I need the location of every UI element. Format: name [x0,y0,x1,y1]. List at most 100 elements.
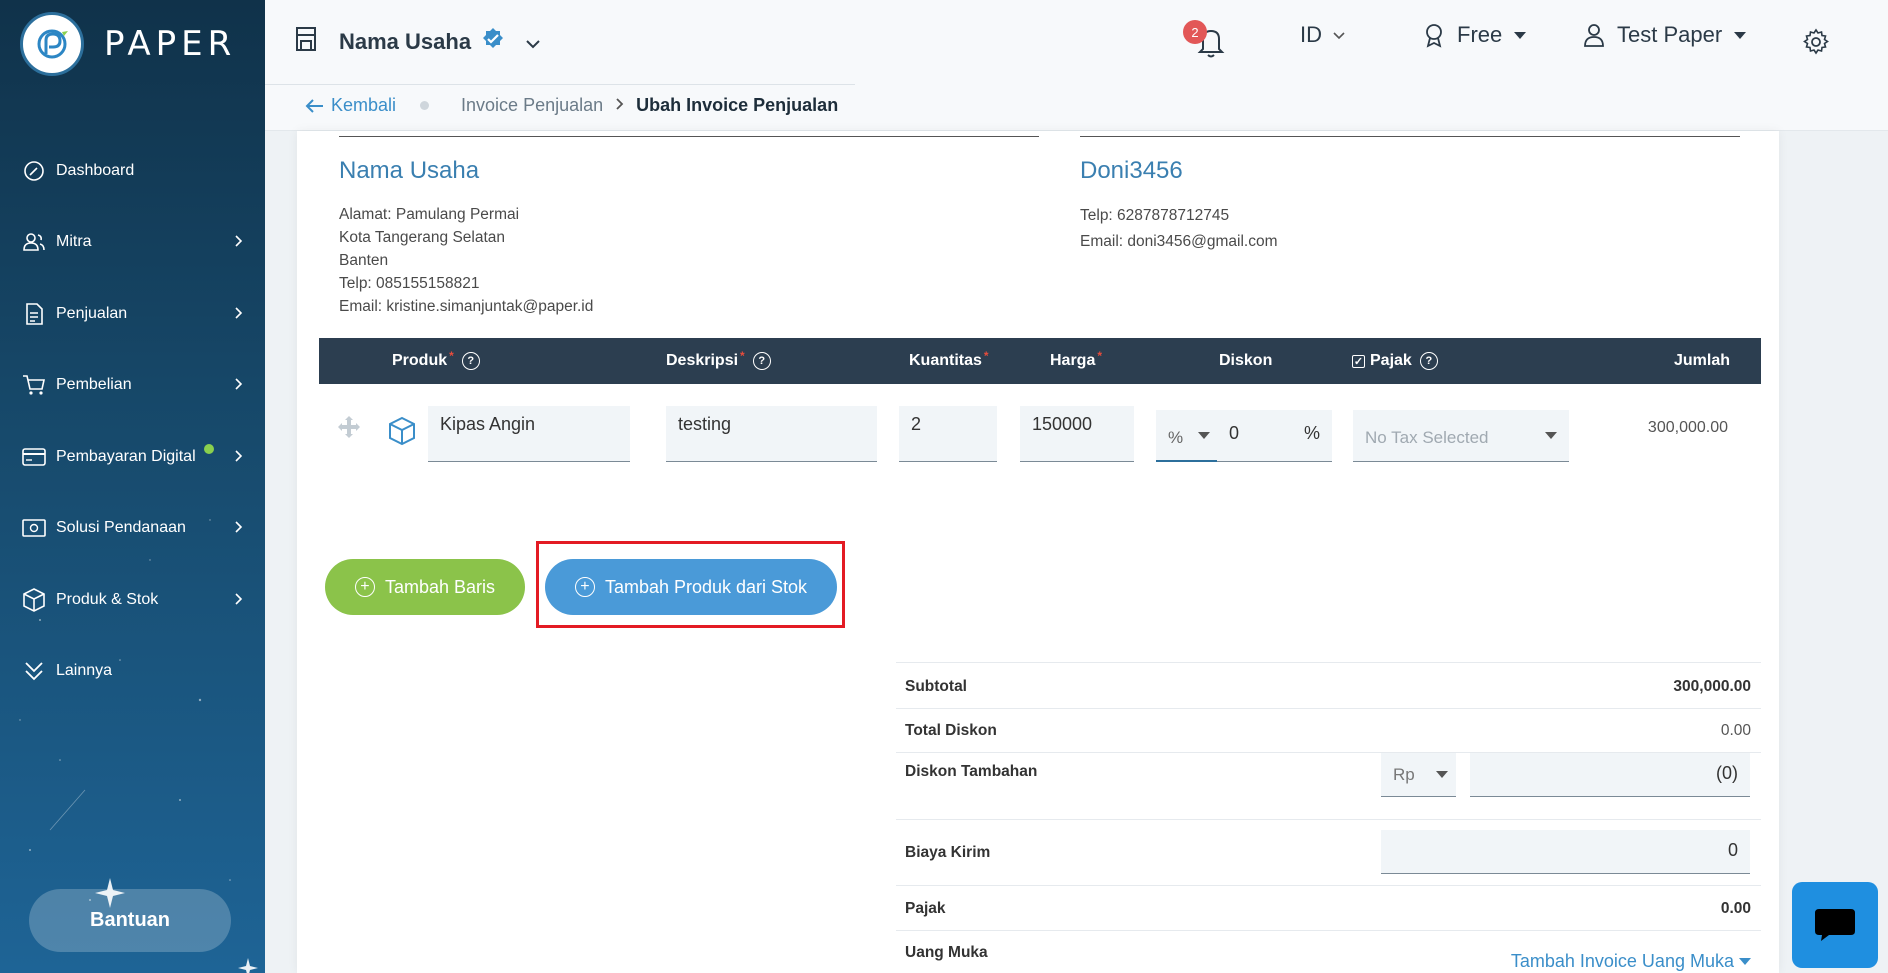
sidebar-item-solusi-pendanaan[interactable]: Solusi Pendanaan [0,493,265,565]
caret-down-icon [1436,771,1448,778]
col-product-label: Produk [392,352,448,369]
box-icon [22,587,46,612]
help-button[interactable]: Bantuan [29,889,231,952]
discount-value: 0 [1229,423,1240,443]
chat-support-button[interactable] [1792,882,1878,968]
chevron-right-icon [235,449,247,465]
chevron-down-icon [1333,31,1345,39]
settings-button[interactable] [1802,28,1830,56]
shipping-input[interactable]: 0 [1381,830,1750,874]
top-header: Nama Usaha Kembali Invoice Penjualan Uba… [265,0,1888,131]
sidebar-item-label: Lainnya [56,662,247,680]
chevron-right-icon [235,306,247,322]
caret-down-icon [1198,432,1210,439]
row-total: 300,000.00 [1647,419,1728,436]
gear-icon [1803,28,1829,55]
language-selector[interactable]: ID [1300,22,1346,48]
card-icon [22,445,46,469]
buyer-info: Telp: 6287878712745 Email: doni3456@gmail… [1080,203,1278,255]
plus-circle-icon: + [354,577,375,597]
sidebar-item-label: Dashboard [56,162,247,180]
sidebar-item-mitra[interactable]: Mitra [0,207,265,279]
chat-bubble-icon [1815,909,1855,941]
col-description-label: Deskripsi [666,352,739,369]
breadcrumb-parent[interactable]: Invoice Penjualan [461,95,603,116]
description-input[interactable]: testing [666,406,877,462]
sidebar-item-lainnya[interactable]: Lainnya [0,636,265,708]
info-line: Telp: 085155158821 [339,275,480,292]
items-table-header: Produk * ? Deskripsi * ? Kuantitas * Harga *… [319,338,1761,384]
down-payment-row: Uang Muka Tambah Invoice Uang Muka [896,930,1761,972]
add-row-button[interactable]: + Tambah Baris [325,559,525,615]
breadcrumb-current: Ubah Invoice Penjualan [636,95,839,115]
brand-name: PAPER [104,24,237,64]
sidebar-nav: Dashboard Mitra Penjualan Pembelian Pembayar… [0,135,265,707]
paper-logo-icon [20,12,84,76]
col-product: Produk * ? [392,349,480,370]
sidebar-item-penjualan[interactable]: Penjualan [0,278,265,350]
sidebar-item-text: Solusi Pendanaan [56,519,186,537]
shipping-value: 0 [1727,840,1738,860]
business-name: Nama Usaha [339,29,472,54]
tax-value: 0.00 [1720,900,1751,917]
caret-down-icon [1734,31,1747,39]
cart-icon [22,373,46,397]
product-box-icon[interactable] [388,416,416,451]
back-link-label: Kembali [331,95,397,115]
language-label: ID [1300,22,1322,47]
buyer-name: Doni3456 [1080,157,1183,184]
discount-value-input[interactable]: 0 % [1217,410,1332,462]
sidebar-item-text: Penjualan [56,304,128,322]
drag-handle-icon[interactable] [337,415,361,444]
notification-badge: 2 [1183,20,1207,44]
sidebar: PAPER Dashboard Mitra Penjualan Pembelian Pe… [0,0,265,973]
sidebar-item-pembelian[interactable]: Pembelian [0,350,265,422]
required-mark: * [449,349,454,363]
sidebar-item-produk-stok[interactable]: Produk & Stok [0,564,265,636]
help-icon[interactable]: ? [461,352,480,370]
product-input[interactable]: Kipas Angin [428,406,630,462]
help-icon[interactable]: ? [752,352,771,370]
user-name: Test Paper [1617,22,1723,47]
back-link[interactable]: Kembali [305,95,396,116]
user-menu[interactable]: Test Paper [1583,22,1747,48]
sidebar-item-text: Pembelian [56,376,132,394]
money-icon [22,516,46,540]
quantity-input[interactable]: 2 [899,406,997,462]
buyer-divider [1080,136,1740,137]
extra-discount-input[interactable]: (0) [1470,753,1750,797]
col-price: Harga * [1050,349,1102,370]
checkbox-checked-icon[interactable]: ✓ [1352,354,1365,368]
caret-down-icon [1545,432,1557,439]
sidebar-item-text: Mitra [56,233,92,251]
extra-discount-currency-select[interactable]: Rp [1381,753,1456,797]
sidebar-item-dashboard[interactable]: Dashboard [0,135,265,207]
col-tax: ✓ Pajak ? [1352,352,1438,370]
shipping-row: Biaya Kirim 0 [896,819,1761,885]
chevron-down-icon[interactable] [525,29,541,55]
plan-selector[interactable]: Free [1423,22,1527,48]
sidebar-item-label: Produk & Stok [56,591,235,609]
store-icon [295,26,317,58]
tax-select[interactable]: No Tax Selected [1353,410,1569,462]
header-divider [265,84,855,85]
chevron-right-icon [235,520,247,536]
add-down-payment-link[interactable]: Tambah Invoice Uang Muka [1511,951,1751,972]
extra-discount-value: (0) [1716,763,1738,783]
help-icon[interactable]: ? [1419,352,1438,370]
brand-logo[interactable]: PAPER [20,12,236,76]
notification-button[interactable]: 2 [1183,20,1227,62]
sidebar-item-pembayaran-digital[interactable]: Pembayaran Digital [0,421,265,493]
seller-info: Alamat: Pamulang Permai Kota Tangerang Se… [339,203,593,318]
info-line: Telp: 6287878712745 [1080,207,1230,224]
discount-type-select[interactable]: % [1156,410,1217,462]
discount-unit: % [1303,423,1320,443]
sidebar-item-label: Mitra [56,233,235,251]
business-switcher[interactable]: Nama Usaha [295,26,541,58]
seller-divider [339,136,1039,137]
sidebar-item-text: Produk & Stok [56,590,159,608]
subtotal-label: Subtotal [905,678,967,695]
total-discount-label: Total Diskon [905,722,997,739]
caret-down-icon [1514,31,1527,39]
price-input[interactable]: 150000 [1020,406,1134,462]
